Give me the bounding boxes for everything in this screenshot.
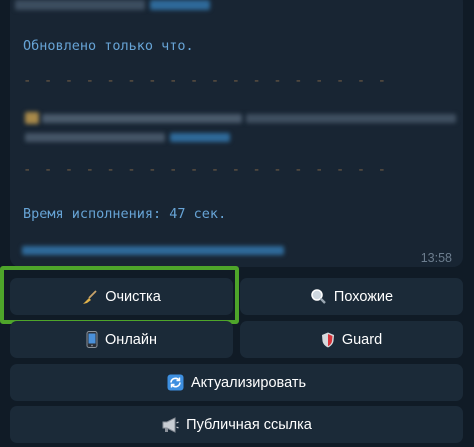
updated-text: Обновлено только что. (23, 38, 194, 54)
message-timestamp: 13:58 (420, 251, 452, 265)
mobile-phone-icon (86, 331, 98, 348)
refresh-label: Актуализировать (190, 374, 307, 391)
shield-icon (321, 332, 335, 348)
blurred-text (15, 0, 145, 10)
magnifier-icon (310, 288, 327, 305)
online-label: Онлайн (105, 331, 157, 348)
separator-top: - - - - - - - - - - - - - - - - - - (23, 73, 389, 89)
public-link-label: Публичная ссылка (186, 416, 312, 433)
blurred-text (42, 114, 242, 123)
blurred-link (170, 133, 230, 142)
similar-button[interactable]: Похожие (240, 278, 463, 315)
refresh-icon (167, 374, 184, 391)
separator-bottom: - - - - - - - - - - - - - - - - - - (23, 162, 389, 178)
public-link-button[interactable]: Публичная ссылка (10, 406, 463, 443)
refresh-button[interactable]: Актуализировать (10, 364, 463, 401)
similar-label: Похожие (333, 288, 394, 305)
guard-label: Guard (341, 331, 383, 348)
megaphone-icon (161, 416, 179, 433)
blurred-text (246, 114, 456, 123)
blurred-text (25, 133, 165, 142)
message-bubble: Обновлено только что. - - - - - - - - - … (10, 0, 463, 267)
guard-button[interactable]: Guard (240, 321, 463, 358)
exec-time-text: Время исполнения: 47 сек. (23, 206, 227, 222)
online-button[interactable]: Онлайн (10, 321, 233, 358)
blurred-link (22, 246, 284, 255)
blurred-link (150, 0, 210, 10)
highlight-frame (0, 266, 239, 324)
blurred-icon (25, 112, 39, 124)
